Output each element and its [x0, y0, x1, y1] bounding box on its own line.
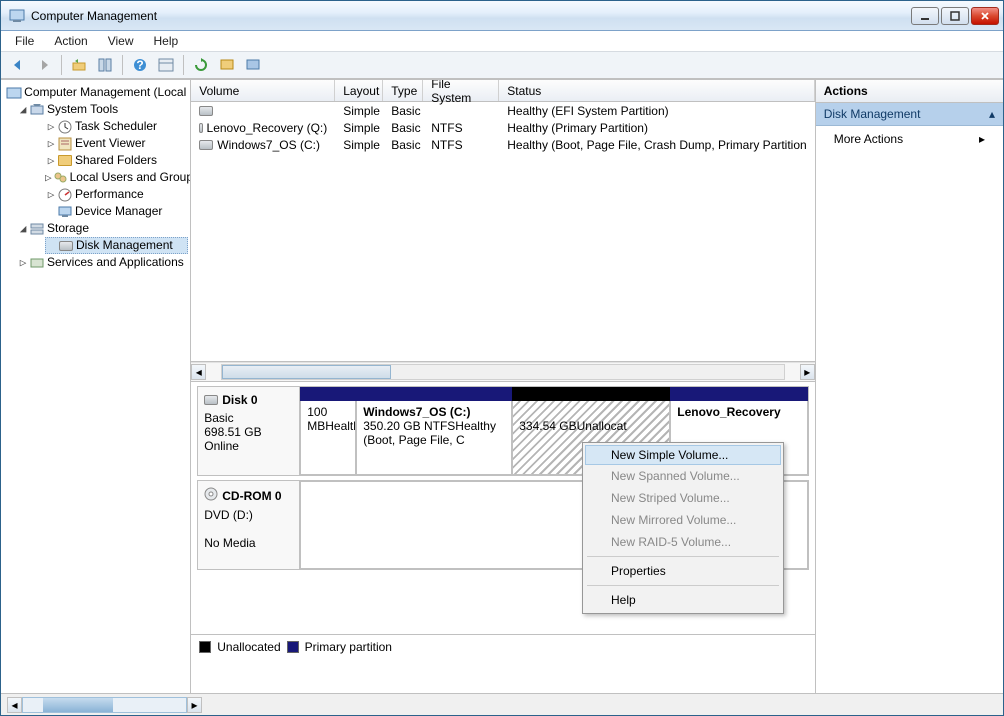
menu-help[interactable]: Help: [144, 33, 189, 49]
tree-panel: Computer Management (Local ◢ System Tool…: [1, 80, 191, 693]
views-button[interactable]: [155, 54, 177, 76]
col-volume[interactable]: Volume: [191, 80, 335, 101]
collapse-icon: ▴: [989, 107, 995, 121]
horizontal-scrollbar-tree[interactable]: ◂▸: [7, 697, 202, 713]
toolbar: ?: [1, 51, 1003, 79]
forward-button[interactable]: [33, 54, 55, 76]
partition-windows7-os[interactable]: Windows7_OS (C:)350.20 GB NTFSHealthy (B…: [356, 387, 512, 475]
actions-header: Actions: [816, 80, 1003, 103]
volume-row[interactable]: SimpleBasicHealthy (EFI System Partition…: [191, 102, 814, 119]
title-bar: Computer Management: [1, 1, 1003, 31]
menu-new-mirrored-volume: New Mirrored Volume...: [585, 509, 781, 531]
help-button[interactable]: ?: [129, 54, 151, 76]
legend-primary-swatch: [287, 641, 299, 653]
back-button[interactable]: [7, 54, 29, 76]
tree-event-viewer[interactable]: ▷Event Viewer: [45, 135, 188, 152]
tree-storage[interactable]: ◢ Storage: [17, 220, 188, 237]
window-title: Computer Management: [31, 9, 909, 23]
legend-unallocated-swatch: [199, 641, 211, 653]
context-menu: New Simple Volume... New Spanned Volume.…: [582, 442, 784, 614]
tree-shared-folders[interactable]: ▷Shared Folders: [45, 152, 188, 169]
disk-icon: [204, 395, 218, 405]
actions-more-actions[interactable]: More Actions ▸: [816, 126, 1003, 152]
tree-system-tools[interactable]: ◢ System Tools: [17, 101, 188, 118]
menu-new-raid5-volume: New RAID-5 Volume...: [585, 531, 781, 553]
menu-view[interactable]: View: [98, 33, 144, 49]
menu-new-simple-volume[interactable]: New Simple Volume...: [585, 445, 781, 465]
toolbar-icon-1[interactable]: [216, 54, 238, 76]
status-bar: ◂▸: [1, 693, 1003, 715]
submenu-arrow-icon: ▸: [979, 132, 985, 146]
up-button[interactable]: [68, 54, 90, 76]
tree-local-users[interactable]: ▷Local Users and Groups: [45, 169, 188, 186]
menu-action[interactable]: Action: [44, 33, 97, 49]
volume-list: Volume Layout Type File System Status Si…: [191, 80, 814, 362]
menu-new-striped-volume: New Striped Volume...: [585, 487, 781, 509]
partition-efi[interactable]: 100 MBHealthy: [300, 387, 356, 475]
minimize-button[interactable]: [911, 7, 939, 25]
actions-panel: Actions Disk Management ▴ More Actions ▸: [816, 80, 1003, 693]
menu-new-spanned-volume: New Spanned Volume...: [585, 465, 781, 487]
col-filesystem[interactable]: File System: [423, 80, 499, 101]
tree-disk-management[interactable]: Disk Management: [45, 237, 188, 254]
col-status[interactable]: Status: [499, 80, 814, 101]
app-icon: [9, 8, 25, 24]
window: Computer Management File Action View Hel…: [0, 0, 1004, 716]
volume-row[interactable]: Lenovo_Recovery (Q:) SimpleBasicNTFSHeal…: [191, 119, 814, 136]
body: Computer Management (Local ◢ System Tool…: [1, 79, 1003, 693]
tree-task-scheduler[interactable]: ▷Task Scheduler: [45, 118, 188, 135]
tree-device-manager[interactable]: Device Manager: [45, 203, 188, 220]
tree-root[interactable]: Computer Management (Local: [3, 84, 188, 101]
svg-text:?: ?: [136, 58, 143, 72]
toolbar-icon-2[interactable]: [242, 54, 264, 76]
volume-row[interactable]: Windows7_OS (C:) SimpleBasicNTFSHealthy …: [191, 136, 814, 153]
cdrom-icon: [204, 487, 218, 504]
disk0-label[interactable]: Disk 0 Basic 698.51 GB Online: [198, 387, 300, 475]
close-button[interactable]: [971, 7, 999, 25]
menu-properties[interactable]: Properties: [585, 560, 781, 582]
properties-button[interactable]: [94, 54, 116, 76]
refresh-button[interactable]: [190, 54, 212, 76]
cdrom-label[interactable]: CD-ROM 0 DVD (D:) No Media: [198, 481, 300, 569]
maximize-button[interactable]: [941, 7, 969, 25]
menu-help[interactable]: Help: [585, 589, 781, 611]
menu-file[interactable]: File: [5, 33, 44, 49]
col-layout[interactable]: Layout: [335, 80, 383, 101]
horizontal-scrollbar-upper[interactable]: ◂▸: [191, 362, 814, 382]
col-type[interactable]: Type: [383, 80, 423, 101]
tree-services-apps[interactable]: ▷ Services and Applications: [17, 254, 188, 271]
legend-primary-label: Primary partition: [305, 640, 392, 654]
actions-section-disk-management[interactable]: Disk Management ▴: [816, 103, 1003, 126]
tree-performance[interactable]: ▷Performance: [45, 186, 188, 203]
legend-unallocated-label: Unallocated: [217, 640, 280, 654]
menu-bar: File Action View Help: [1, 31, 1003, 51]
legend: Unallocated Primary partition: [191, 634, 814, 658]
